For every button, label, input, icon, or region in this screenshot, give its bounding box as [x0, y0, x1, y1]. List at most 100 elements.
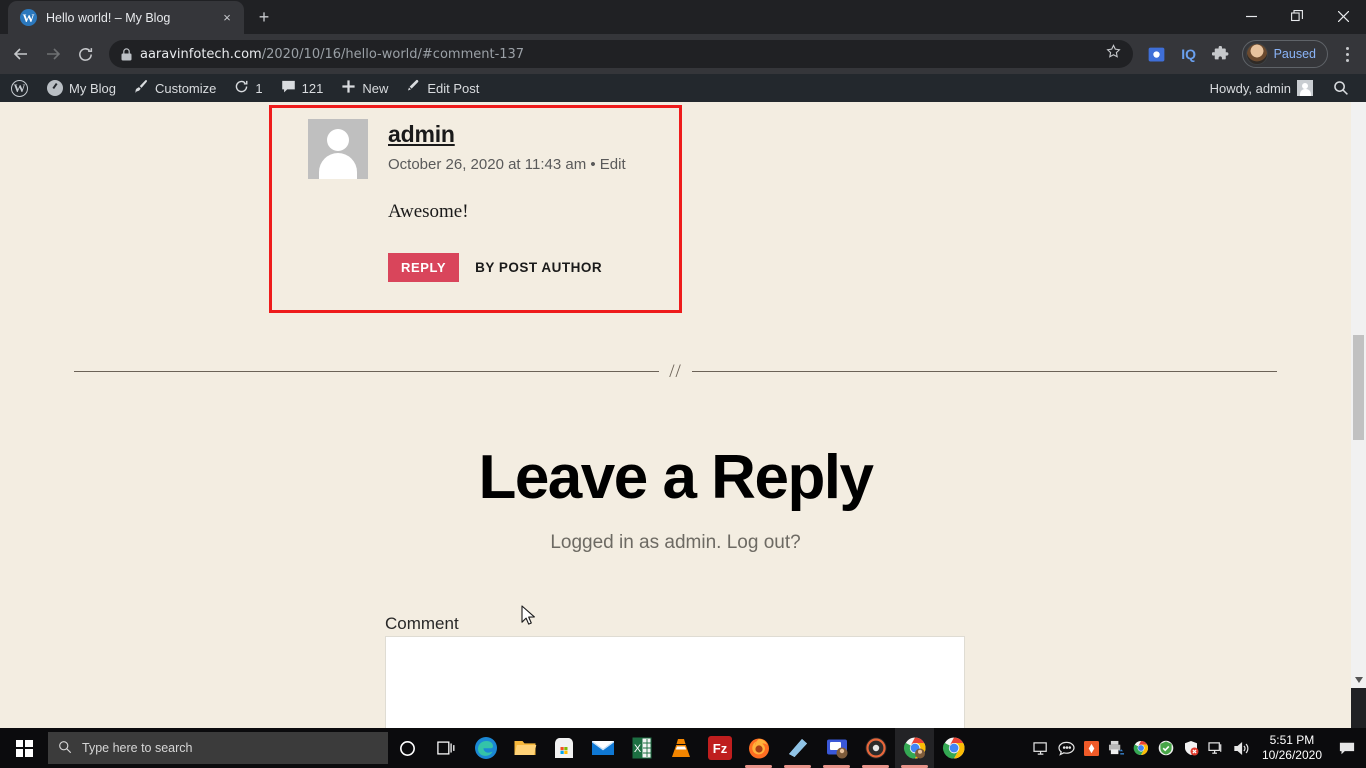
search-icon[interactable] [1324, 74, 1358, 102]
window-controls [1228, 0, 1366, 32]
updates-icon [234, 79, 249, 97]
brush-icon [134, 79, 149, 97]
wp-item-edit-post[interactable]: Edit Post [397, 74, 488, 102]
screen-capture-icon[interactable] [1142, 39, 1172, 69]
minimize-icon[interactable] [1228, 0, 1274, 32]
comment-bubble-icon [281, 79, 296, 97]
page-viewport: admin October 26, 2020 at 11:43 am • Edi… [0, 102, 1351, 728]
edge-icon[interactable] [466, 728, 505, 768]
wp-item-my-blog[interactable]: My Blog [38, 74, 125, 102]
reply-button[interactable]: REPLY [388, 253, 460, 282]
comment-field-label: Comment [385, 614, 459, 633]
sync-status-label: Paused [1273, 47, 1316, 61]
comment-edit-link[interactable]: Edit [600, 156, 626, 173]
separator-line-right [691, 371, 1277, 372]
profile-chip[interactable]: Paused [1241, 40, 1328, 68]
wp-item-label: My Blog [69, 80, 116, 96]
separator-line-left [74, 371, 660, 372]
comment-header: admin October 26, 2020 at 11:43 am • Edi… [272, 108, 679, 179]
comment-actions: REPLY BY POST AUTHOR [388, 253, 679, 282]
recorder-dial-icon[interactable] [856, 728, 895, 768]
scrollbar-thumb[interactable] [1353, 335, 1364, 440]
wp-item-comments[interactable]: 121 [272, 74, 333, 102]
wp-item-customize[interactable]: Customize [125, 74, 225, 102]
page-scrollbar[interactable] [1351, 102, 1366, 688]
excel-icon[interactable]: X [622, 728, 661, 768]
wp-item-label: 121 [301, 80, 324, 96]
cortana-icon[interactable] [388, 728, 427, 768]
logout-link[interactable]: Log out? [727, 532, 801, 553]
url-text: aaravinfotech.com/2020/10/16/hello-world… [140, 47, 1098, 62]
wp-item-new[interactable]: New [332, 74, 397, 102]
network-icon[interactable] [1204, 728, 1229, 768]
section-separator: // [74, 362, 1277, 381]
wp-admin-bar: W My Blog Customize 1 121 New Edit Post … [0, 74, 1366, 102]
comment-input[interactable] [385, 636, 965, 728]
meta-separator: • [590, 156, 596, 173]
iq-extension-icon[interactable]: IQ [1174, 39, 1204, 69]
chrome-small-icon[interactable] [1129, 728, 1154, 768]
security-alert-icon[interactable] [1179, 728, 1204, 768]
action-center-icon[interactable] [1332, 728, 1362, 768]
reload-icon[interactable] [70, 39, 100, 69]
close-icon[interactable]: × [218, 9, 236, 27]
tab-title: Hello world! – My Blog [46, 10, 171, 25]
windows-start-icon[interactable] [0, 728, 48, 768]
wp-item-label: Customize [154, 80, 217, 96]
page-title: Leave a Reply [478, 443, 874, 512]
close-icon[interactable] [1320, 0, 1366, 32]
restore-icon[interactable] [1274, 0, 1320, 32]
wp-item-updates[interactable]: 1 [225, 74, 271, 102]
comment-author-link[interactable]: admin [388, 121, 455, 148]
screen-recorder-icon[interactable] [817, 728, 856, 768]
browser-toolbar: aaravinfotech.com/2020/10/16/hello-world… [0, 34, 1366, 74]
default-gravatar [308, 119, 368, 179]
chat-bubble-icon[interactable] [1054, 728, 1079, 768]
back-arrow-icon[interactable] [6, 39, 36, 69]
taskbar-search-input[interactable]: Type here to search [48, 732, 388, 764]
search-placeholder: Type here to search [82, 741, 193, 755]
comment-timestamp: October 26, 2020 at 11:43 am [388, 156, 587, 173]
file-explorer-icon[interactable] [505, 728, 544, 768]
browser-tab[interactable]: W Hello world! – My Blog × [8, 1, 244, 34]
three-dot-menu-icon[interactable] [1334, 39, 1360, 69]
svg-text:X: X [633, 743, 641, 755]
clock-date: 10/26/2020 [1261, 748, 1322, 762]
new-tab-button[interactable]: + [250, 3, 278, 31]
firefox-icon[interactable] [739, 728, 778, 768]
forward-arrow-icon[interactable] [38, 39, 68, 69]
url-path: /2020/10/16/hello-world/#comment-137 [261, 46, 525, 62]
chrome-profile-icon[interactable] [895, 728, 934, 768]
wp-howdy[interactable]: Howdy, admin [1201, 74, 1322, 102]
remote-desktop-icon[interactable] [1029, 728, 1054, 768]
volume-icon[interactable] [1229, 728, 1254, 768]
task-view-icon[interactable] [427, 728, 466, 768]
search-icon [58, 740, 72, 757]
post-author-badge: BY POST AUTHOR [475, 260, 603, 275]
screen: W Hello world! – My Blog × + aaravinfote… [0, 0, 1366, 768]
scroll-down-arrow-icon[interactable] [1351, 673, 1366, 687]
filezilla-icon[interactable]: Fz [700, 728, 739, 768]
separator-glyph: // [669, 361, 682, 382]
tab-strip: W Hello world! – My Blog × + [0, 0, 1366, 34]
vlc-icon[interactable] [661, 728, 700, 768]
comment-body: Awesome! [388, 201, 469, 222]
dashboard-icon [47, 80, 63, 96]
orange-app-icon[interactable] [1079, 728, 1104, 768]
chrome-icon[interactable] [934, 728, 973, 768]
microsoft-store-icon[interactable] [544, 728, 583, 768]
taskbar-clock[interactable]: 5:51 PM 10/26/2020 [1254, 733, 1332, 763]
extensions-puzzle-icon[interactable] [1206, 39, 1236, 69]
logged-in-notice: Logged in as admin. Log out? [0, 532, 1351, 554]
comment-date: October 26, 2020 at 11:43 am • Edit [388, 156, 626, 173]
wordpress-logo-icon[interactable]: W [0, 74, 38, 102]
mail-icon[interactable] [583, 728, 622, 768]
printer-network-icon[interactable] [1104, 728, 1129, 768]
blue-app-icon[interactable] [778, 728, 817, 768]
pencil-icon [406, 79, 421, 97]
windows-taskbar: Type here to search X Fz 5:51 PM 10/26/2… [0, 728, 1366, 768]
green-shield-icon[interactable] [1154, 728, 1179, 768]
wp-admin-bar-right: Howdy, admin [1201, 74, 1366, 102]
address-bar[interactable]: aaravinfotech.com/2020/10/16/hello-world… [109, 40, 1133, 68]
bookmark-star-icon[interactable] [1105, 44, 1121, 64]
